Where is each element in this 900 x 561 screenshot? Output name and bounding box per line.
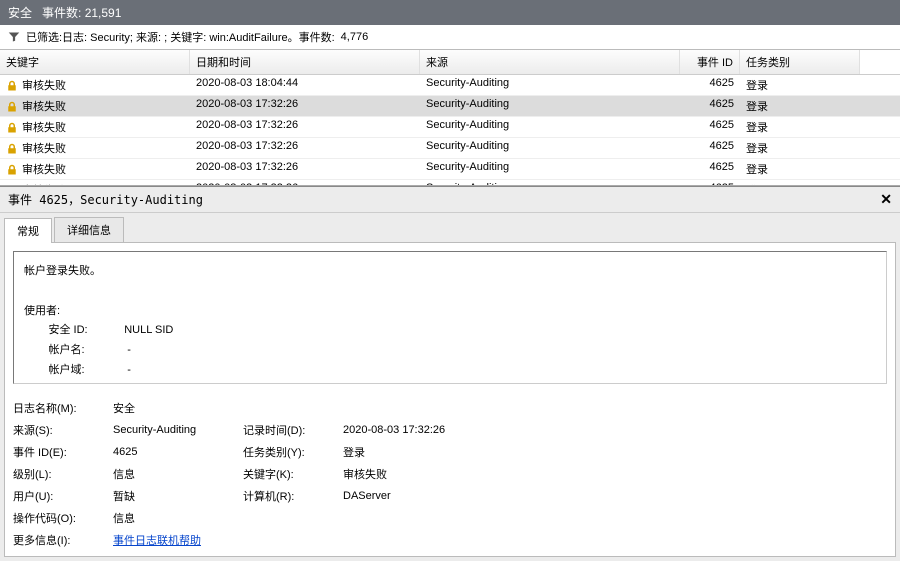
cell-eventid: 4625 (680, 75, 740, 95)
meta-source-label: 来源(S): (13, 422, 113, 438)
cell-source: Security-Auditing (420, 75, 680, 95)
cell-eventid: 4625 (680, 159, 740, 179)
cell-datetime: 2020-08-03 18:04:44 (190, 75, 420, 95)
detail-title-bar: 事件 4625，Security-Auditing ✕ (0, 187, 900, 213)
detail-pane: 事件 4625，Security-Auditing ✕ 常规 详细信息 帐户登录… (0, 186, 900, 561)
cell-eventid: 4625 (680, 96, 740, 116)
col-datetime[interactable]: 日期和时间 (190, 50, 420, 74)
table-header: 关键字 日期和时间 来源 事件 ID 任务类别 (0, 50, 900, 75)
cell-eventid: 4625 (680, 117, 740, 137)
cell-keyword: 审核失败 (0, 159, 190, 179)
cell-source: Security-Auditing (420, 159, 680, 179)
cell-keyword: 审核失败 (0, 117, 190, 137)
tab-general[interactable]: 常规 (4, 218, 52, 243)
meta-level-label: 级别(L): (13, 466, 113, 482)
meta-taskcat-value: 登录 (343, 444, 523, 460)
filter-bar: 已筛选:日志: Security; 来源: ; 关键字: win:AuditFa… (0, 25, 900, 50)
event-description[interactable]: 帐户登录失败。 使用者: 安全 ID: NULL SID 帐户名: - 帐户域:… (13, 251, 887, 384)
tab-details[interactable]: 详细信息 (54, 217, 124, 242)
col-eventid[interactable]: 事件 ID (680, 50, 740, 74)
meta-keywords-value: 审核失败 (343, 466, 523, 482)
lock-icon (6, 122, 18, 134)
table-row[interactable]: 审核失败2020-08-03 17:32:26Security-Auditing… (0, 180, 900, 185)
cell-datetime: 2020-08-03 17:32:26 (190, 180, 420, 185)
table-body[interactable]: 审核失败2020-08-03 18:04:44Security-Auditing… (0, 75, 900, 185)
detail-title-text: 事件 4625，Security-Auditing (8, 191, 203, 208)
cell-keyword: 审核失败 (0, 180, 190, 185)
cell-taskcat: 登录 (740, 96, 860, 116)
filter-text: 已筛选:日志: Security; 来源: ; 关键字: win:AuditFa… (26, 29, 335, 45)
detail-tabs: 常规 详细信息 (0, 213, 900, 242)
close-icon[interactable]: ✕ (880, 191, 892, 208)
cell-datetime: 2020-08-03 17:32:26 (190, 159, 420, 179)
meta-user-label: 用户(U): (13, 488, 113, 504)
tab-content-general: 帐户登录失败。 使用者: 安全 ID: NULL SID 帐户名: - 帐户域:… (4, 242, 896, 557)
meta-source-value: Security-Auditing (113, 424, 243, 436)
meta-moreinfo-label: 更多信息(I): (13, 532, 113, 548)
lock-icon (6, 143, 18, 155)
meta-computer-label: 计算机(R): (243, 488, 343, 504)
meta-logname-value: 安全 (113, 400, 243, 416)
table-row[interactable]: 审核失败2020-08-03 17:32:26Security-Auditing… (0, 159, 900, 180)
cell-keyword: 审核失败 (0, 75, 190, 95)
meta-keywords-label: 关键字(K): (243, 466, 343, 482)
event-meta: 日志名称(M): 安全 来源(S): Security-Auditing 记录时… (13, 400, 887, 548)
meta-logname-label: 日志名称(M): (13, 400, 113, 416)
meta-level-value: 信息 (113, 466, 243, 482)
event-count-value: 21,591 (85, 6, 122, 20)
cell-keyword: 审核失败 (0, 96, 190, 116)
cell-eventid: 4625 (680, 138, 740, 158)
lock-icon (6, 80, 18, 92)
table-row[interactable]: 审核失败2020-08-03 17:32:26Security-Auditing… (0, 138, 900, 159)
lock-icon (6, 164, 18, 176)
cell-taskcat: 登录 (740, 75, 860, 95)
col-source[interactable]: 来源 (420, 50, 680, 74)
cell-keyword: 审核失败 (0, 138, 190, 158)
event-count-label: 事件数: (42, 6, 81, 20)
cell-taskcat: 登录 (740, 117, 860, 137)
meta-opcode-value: 信息 (113, 510, 243, 526)
table-row[interactable]: 审核失败2020-08-03 18:04:44Security-Auditing… (0, 75, 900, 96)
event-table: 关键字 日期和时间 来源 事件 ID 任务类别 审核失败2020-08-03 1… (0, 50, 900, 186)
cell-datetime: 2020-08-03 17:32:26 (190, 96, 420, 116)
cell-source: Security-Auditing (420, 138, 680, 158)
filter-icon (8, 31, 20, 43)
title-bar: 安全 事件数: 21,591 (0, 0, 900, 25)
meta-computer-value: DAServer (343, 490, 523, 502)
lock-icon (6, 101, 18, 113)
meta-logged-value: 2020-08-03 17:32:26 (343, 424, 523, 436)
cell-datetime: 2020-08-03 17:32:26 (190, 117, 420, 137)
meta-logged-label: 记录时间(D): (243, 422, 343, 438)
meta-eventid-value: 4625 (113, 446, 243, 458)
cell-taskcat: 登录 (740, 180, 860, 185)
meta-eventid-label: 事件 ID(E): (13, 444, 113, 460)
col-taskcat[interactable]: 任务类别 (740, 50, 860, 74)
cell-taskcat: 登录 (740, 159, 860, 179)
cell-source: Security-Auditing (420, 117, 680, 137)
cell-datetime: 2020-08-03 17:32:26 (190, 138, 420, 158)
meta-user-value: 暂缺 (113, 488, 243, 504)
cell-taskcat: 登录 (740, 138, 860, 158)
meta-opcode-label: 操作代码(O): (13, 510, 113, 526)
filtered-count: 4,776 (341, 31, 369, 43)
table-row[interactable]: 审核失败2020-08-03 17:32:26Security-Auditing… (0, 96, 900, 117)
log-name: 安全 (8, 4, 32, 21)
cell-source: Security-Auditing (420, 96, 680, 116)
cell-eventid: 4625 (680, 180, 740, 185)
event-log-online-help-link[interactable]: 事件日志联机帮助 (113, 535, 201, 547)
table-row[interactable]: 审核失败2020-08-03 17:32:26Security-Auditing… (0, 117, 900, 138)
meta-taskcat-label: 任务类别(Y): (243, 444, 343, 460)
col-keyword[interactable]: 关键字 (0, 50, 190, 74)
cell-source: Security-Auditing (420, 180, 680, 185)
